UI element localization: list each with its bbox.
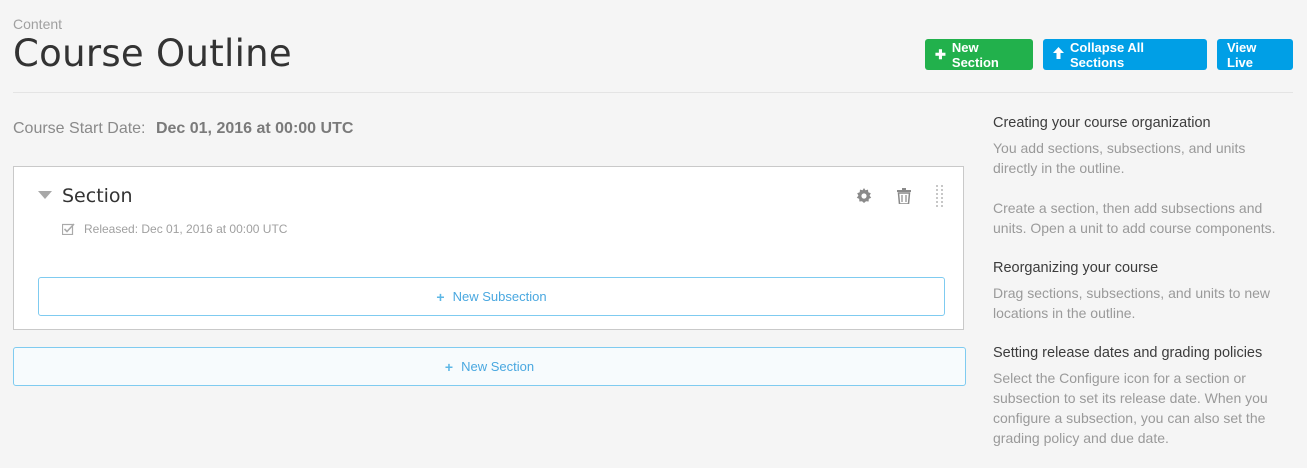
drag-handle-icon[interactable] bbox=[935, 184, 945, 208]
plus-icon: + bbox=[436, 288, 445, 305]
page-title: Course Outline bbox=[13, 32, 292, 75]
breadcrumb[interactable]: Content bbox=[13, 16, 62, 32]
gear-icon[interactable] bbox=[855, 187, 873, 205]
course-start-date: Course Start Date: Dec 01, 2016 at 00:00… bbox=[13, 120, 353, 138]
view-live-button[interactable]: View Live bbox=[1217, 39, 1293, 70]
plus-icon: ✚ bbox=[935, 46, 946, 62]
start-date-label: Course Start Date: bbox=[13, 120, 146, 137]
help-text: Create a section, then add subsections a… bbox=[993, 200, 1276, 236]
section-actions bbox=[855, 184, 945, 208]
new-section-button[interactable]: ✚ New Section bbox=[925, 39, 1033, 70]
help-sidebar: Creating your course organization You ad… bbox=[993, 113, 1293, 468]
start-date-value: Dec 01, 2016 at 00:00 UTC bbox=[155, 120, 354, 137]
section-title[interactable]: Section bbox=[62, 185, 133, 207]
trash-icon[interactable] bbox=[895, 187, 913, 205]
header-actions: ✚ New Section Collapse All Sections View… bbox=[925, 39, 1293, 70]
release-status: Released: Dec 01, 2016 at 00:00 UTC bbox=[61, 222, 288, 236]
checkbox-icon bbox=[61, 223, 75, 236]
help-title: Setting release dates and grading polici… bbox=[993, 345, 1263, 361]
expand-toggle-icon[interactable] bbox=[38, 191, 52, 199]
new-subsection-label: New Subsection bbox=[452, 289, 547, 304]
section-card: Section Released: Dec 01, 2016 at 00:00 … bbox=[13, 166, 964, 330]
collapse-all-sections-button[interactable]: Collapse All Sections bbox=[1043, 39, 1207, 70]
arrow-up-icon bbox=[1053, 47, 1064, 62]
new-section-bottom-button[interactable]: + New Section bbox=[13, 347, 966, 386]
plus-icon: + bbox=[444, 358, 454, 375]
help-title: Reorganizing your course bbox=[993, 260, 1159, 276]
help-text: Select the Configure icon for a section … bbox=[993, 370, 1268, 446]
new-section-bottom-label: New Section bbox=[461, 359, 535, 374]
new-subsection-button[interactable]: + New Subsection bbox=[38, 277, 945, 316]
new-section-label: New Section bbox=[951, 39, 999, 70]
help-block-organization: Creating your course organization You ad… bbox=[993, 113, 1293, 238]
release-text: Released: Dec 01, 2016 at 00:00 UTC bbox=[84, 222, 288, 236]
help-block-reorganizing: Reorganizing your course Drag sections, … bbox=[993, 258, 1293, 323]
view-live-label: View Live bbox=[1227, 39, 1257, 70]
help-block-release-dates: Setting release dates and grading polici… bbox=[993, 343, 1293, 448]
page-header: Content Course Outline ✚ New Section Col… bbox=[13, 0, 1293, 93]
help-text: Drag sections, subsections, and units to… bbox=[993, 285, 1271, 321]
collapse-all-label: Collapse All Sections bbox=[1070, 39, 1144, 70]
help-text: You add sections, subsections, and units… bbox=[993, 140, 1246, 176]
help-title: Creating your course organization bbox=[993, 115, 1211, 131]
